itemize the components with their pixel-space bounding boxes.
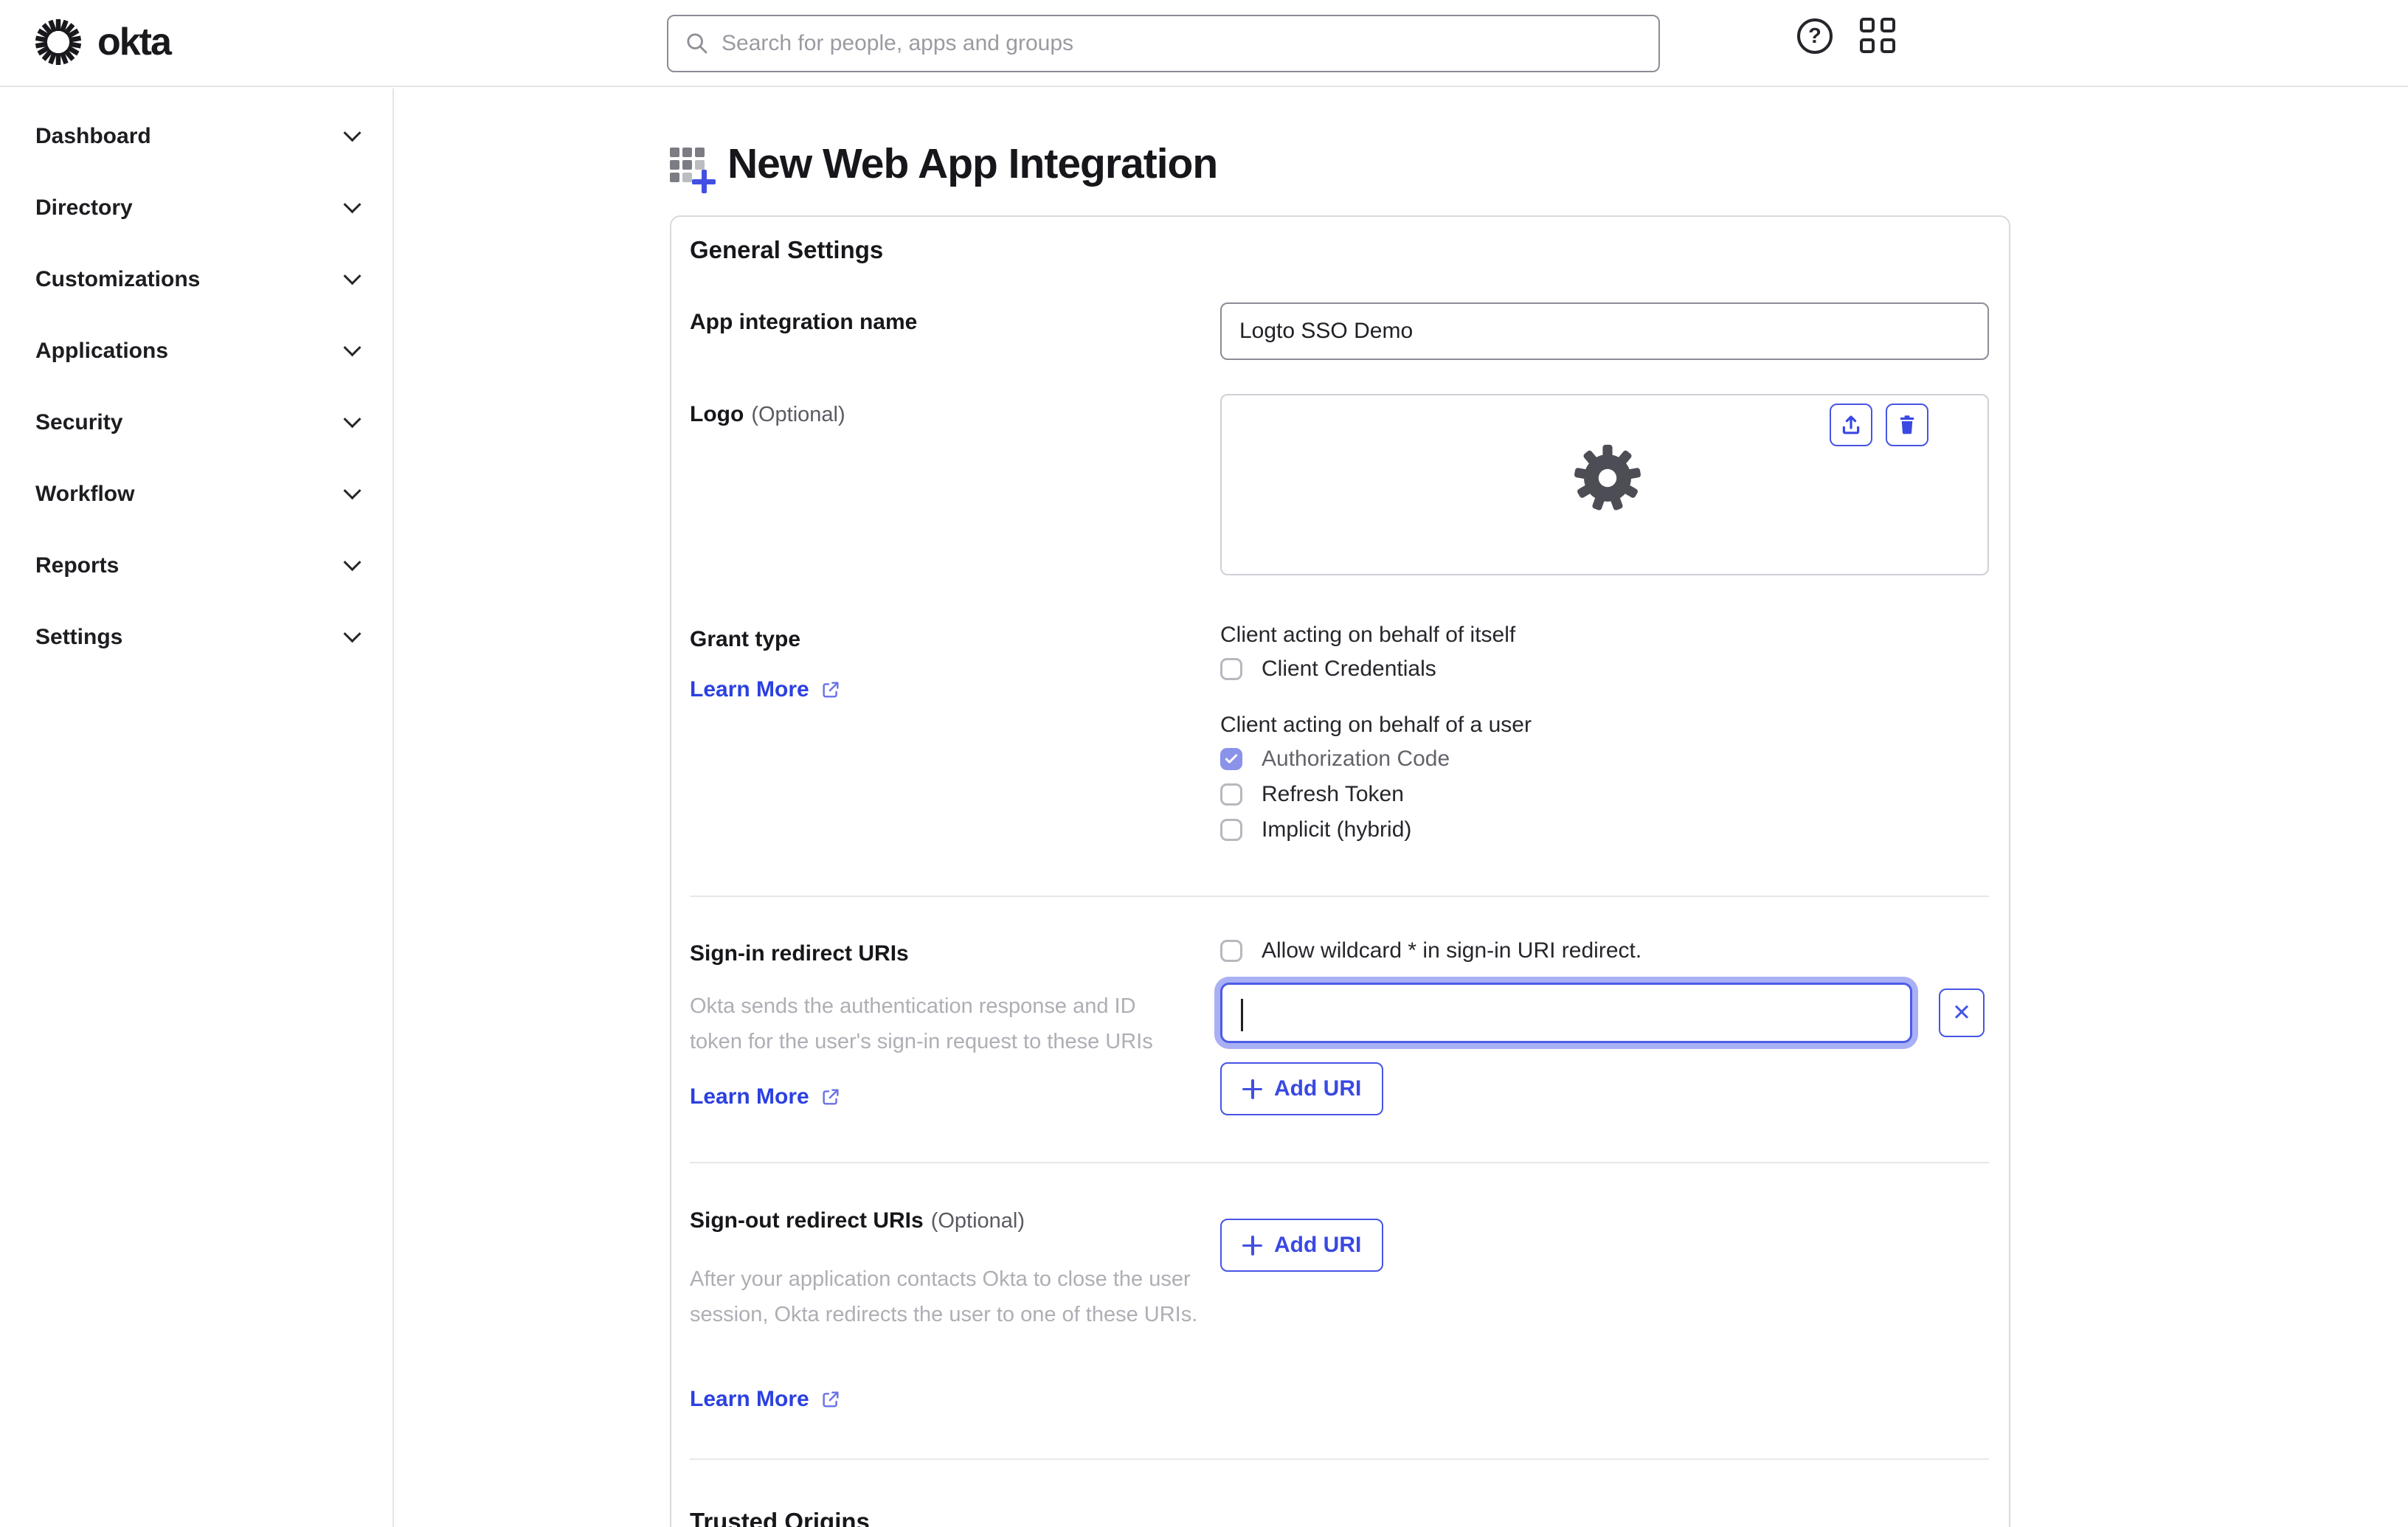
checkbox-icon [1220, 658, 1242, 680]
checkbox-client-credentials[interactable]: Client Credentials [1220, 657, 1436, 682]
chevron-down-icon [343, 339, 361, 357]
grant-group-user-label: Client acting on behalf of a user [1220, 713, 1532, 737]
sidebar-item-security[interactable]: Security [0, 387, 392, 458]
checkbox-refresh-token[interactable]: Refresh Token [1220, 782, 1404, 807]
okta-admin-console: okta ? Dashboard Directory Customization… [0, 0, 2408, 1527]
chevron-down-icon [343, 553, 361, 572]
sign-in-uri-field [1220, 983, 1912, 1043]
grant-type-label: Grant type [690, 627, 801, 651]
logo-label: Logo (Optional) [690, 402, 845, 426]
checkbox-allow-wildcard[interactable]: Allow wildcard * in sign-in URI redirect… [1220, 938, 1641, 963]
upload-logo-button[interactable] [1830, 404, 1872, 446]
add-sign-out-uri-button[interactable]: Add URI [1220, 1219, 1384, 1272]
trash-icon [1900, 415, 1914, 434]
gear-icon [1574, 444, 1641, 510]
search-icon [687, 33, 707, 54]
sign-in-description: Okta sends the authentication response a… [690, 994, 1153, 1053]
general-settings-card: General Settings App integration name Lo… [670, 215, 2010, 1527]
brand-wordmark: okta [97, 21, 172, 63]
trusted-origins-heading: Trusted Origins [690, 1508, 870, 1527]
sidebar-item-workflow[interactable]: Workflow [0, 458, 392, 530]
checkbox-icon [1220, 819, 1242, 841]
app-integration-name-label: App integration name [690, 310, 918, 334]
page-title: New Web App Integration [727, 140, 1218, 187]
external-link-icon [823, 1391, 839, 1407]
chevron-down-icon [343, 195, 361, 214]
chevron-down-icon [343, 482, 361, 500]
chevron-down-icon [343, 410, 361, 429]
checkbox-implicit-hybrid[interactable]: Implicit (hybrid) [1220, 817, 1411, 842]
sidebar-nav: Dashboard Directory Customizations Appli… [0, 89, 394, 1527]
external-link-icon [823, 1089, 839, 1105]
global-search [667, 15, 1660, 72]
delete-logo-button[interactable] [1886, 404, 1928, 446]
chevron-down-icon [343, 124, 361, 142]
sign-out-learn-more-link[interactable]: Learn More [690, 1387, 841, 1412]
app-integration-name-input[interactable] [1220, 302, 1989, 360]
apps-grid-icon[interactable] [1860, 18, 1897, 55]
remove-uri-button[interactable]: ✕ [1939, 988, 1985, 1037]
okta-sunburst-icon [34, 18, 83, 66]
sign-in-uri-input[interactable] [1222, 985, 1910, 1041]
divider [690, 896, 1989, 897]
checkbox-icon [1220, 783, 1242, 806]
checkbox-authorization-code[interactable]: Authorization Code [1220, 747, 1450, 772]
chevron-down-icon [343, 267, 361, 285]
grant-type-learn-more-link[interactable]: Learn More [690, 677, 841, 702]
grant-group-itself-label: Client acting on behalf of itself [1220, 623, 1516, 647]
sidebar-item-settings[interactable]: Settings [0, 601, 392, 673]
sidebar-item-dashboard[interactable]: Dashboard [0, 100, 392, 172]
sign-in-redirect-label: Sign-in redirect URIs [690, 941, 909, 966]
divider [690, 1458, 1989, 1460]
logo-preview-box [1220, 394, 1989, 575]
sidebar-item-reports[interactable]: Reports [0, 530, 392, 601]
sign-in-learn-more-link[interactable]: Learn More [690, 1084, 841, 1109]
add-sign-in-uri-button[interactable]: Add URI [1220, 1062, 1384, 1115]
okta-logo[interactable]: okta [34, 18, 172, 66]
external-link-icon [823, 682, 839, 698]
sidebar-item-customizations[interactable]: Customizations [0, 243, 392, 315]
help-icon[interactable]: ? [1797, 18, 1833, 54]
upload-icon [1842, 415, 1860, 434]
text-cursor [1241, 999, 1243, 1031]
checkbox-checked-icon [1220, 748, 1242, 770]
sign-out-redirect-label: Sign-out redirect URIs (Optional) [690, 1208, 1025, 1233]
checkbox-icon [1220, 940, 1242, 962]
new-app-integration-icon [670, 148, 716, 193]
sidebar-item-applications[interactable]: Applications [0, 315, 392, 387]
plus-icon [692, 170, 716, 193]
chevron-down-icon [343, 625, 361, 643]
plus-icon [1242, 1235, 1262, 1256]
divider [690, 1162, 1989, 1163]
plus-icon [1242, 1078, 1262, 1099]
top-bar: okta ? [0, 0, 2408, 87]
sign-out-description: After your application contacts Okta to … [690, 1267, 1198, 1326]
close-icon: ✕ [1952, 1000, 1971, 1025]
sidebar-item-directory[interactable]: Directory [0, 172, 392, 243]
search-input[interactable] [722, 31, 1642, 56]
page-header: New Web App Integration [670, 140, 1218, 193]
section-heading: General Settings [690, 236, 884, 263]
